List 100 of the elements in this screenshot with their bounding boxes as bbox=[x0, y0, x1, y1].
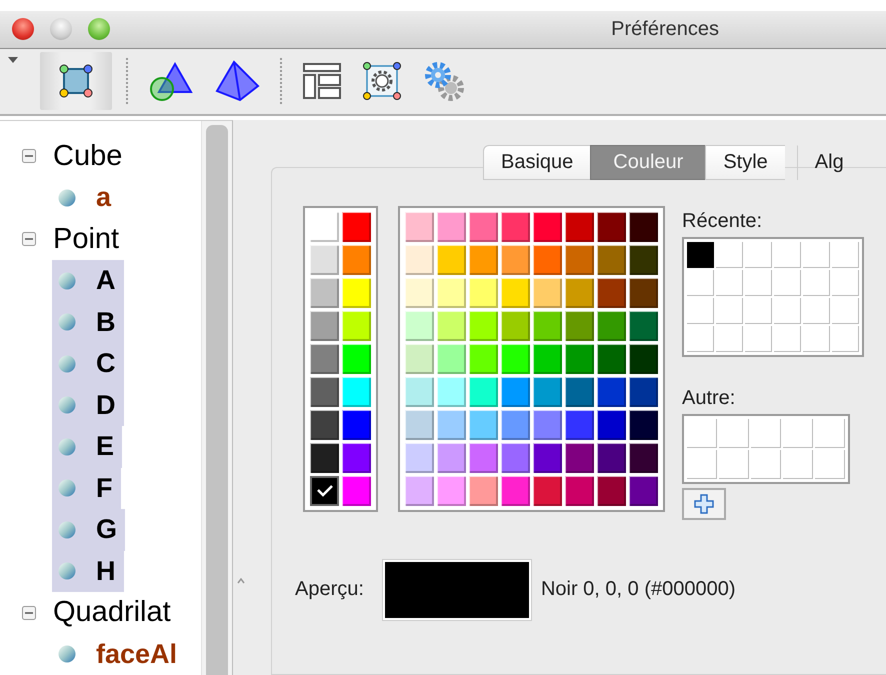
color-swatch[interactable] bbox=[629, 476, 658, 506]
empty-color-slot[interactable] bbox=[783, 450, 813, 478]
empty-color-slot[interactable] bbox=[719, 450, 749, 478]
color-swatch[interactable] bbox=[597, 376, 626, 406]
color-swatch[interactable] bbox=[629, 278, 658, 308]
color-swatch[interactable] bbox=[342, 476, 371, 506]
color-swatch[interactable] bbox=[342, 310, 371, 340]
empty-color-slot[interactable] bbox=[687, 418, 717, 448]
close-button[interactable] bbox=[12, 18, 34, 40]
empty-color-slot[interactable] bbox=[832, 270, 859, 296]
color-swatch[interactable] bbox=[310, 344, 339, 374]
color-swatch[interactable] bbox=[469, 278, 498, 308]
color-swatch[interactable] bbox=[501, 410, 530, 440]
tree-item[interactable]: F bbox=[52, 468, 120, 509]
collapse-icon[interactable] bbox=[22, 606, 36, 620]
color-swatch[interactable] bbox=[597, 442, 626, 472]
color-swatch[interactable] bbox=[310, 410, 339, 440]
empty-color-slot[interactable] bbox=[815, 418, 845, 448]
color-swatch[interactable] bbox=[405, 244, 434, 274]
empty-color-slot[interactable] bbox=[832, 298, 859, 324]
color-swatch[interactable] bbox=[342, 344, 371, 374]
tree-item[interactable]: A bbox=[52, 260, 124, 302]
empty-color-slot[interactable] bbox=[832, 326, 859, 352]
empty-color-slot[interactable] bbox=[774, 326, 801, 352]
color-swatch[interactable] bbox=[533, 476, 562, 506]
color-swatch[interactable] bbox=[437, 442, 466, 472]
empty-color-slot[interactable] bbox=[716, 298, 743, 324]
color-swatch[interactable] bbox=[629, 244, 658, 274]
tree-item[interactable]: D bbox=[52, 384, 124, 426]
color-swatch[interactable] bbox=[405, 212, 434, 242]
color-swatch[interactable] bbox=[533, 410, 562, 440]
color-swatch[interactable] bbox=[629, 410, 658, 440]
empty-color-slot[interactable] bbox=[783, 418, 813, 448]
color-swatch[interactable] bbox=[597, 244, 626, 274]
color-swatch[interactable] bbox=[405, 376, 434, 406]
empty-color-slot[interactable] bbox=[745, 270, 772, 296]
color-swatch[interactable] bbox=[469, 344, 498, 374]
tab[interactable]: Basique bbox=[483, 144, 590, 180]
empty-color-slot[interactable] bbox=[687, 298, 714, 324]
color-swatch[interactable] bbox=[310, 376, 339, 406]
color-swatch[interactable] bbox=[437, 278, 466, 308]
color-swatch[interactable] bbox=[501, 376, 530, 406]
empty-color-slot[interactable] bbox=[774, 298, 801, 324]
color-swatch[interactable] bbox=[310, 278, 339, 308]
zoom-button[interactable] bbox=[88, 18, 110, 40]
color-swatch[interactable] bbox=[342, 410, 371, 440]
empty-color-slot[interactable] bbox=[774, 270, 801, 296]
color-swatch[interactable] bbox=[469, 376, 498, 406]
empty-color-slot[interactable] bbox=[803, 270, 830, 296]
empty-color-slot[interactable] bbox=[687, 450, 717, 478]
color-swatch[interactable] bbox=[469, 442, 498, 472]
color-swatch[interactable] bbox=[342, 244, 371, 274]
tree-item[interactable]: a bbox=[52, 177, 120, 218]
empty-color-slot[interactable] bbox=[716, 270, 743, 296]
empty-color-slot[interactable] bbox=[745, 326, 772, 352]
empty-color-slot[interactable] bbox=[716, 326, 743, 352]
color-swatch[interactable] bbox=[597, 476, 626, 506]
color-swatch[interactable] bbox=[405, 442, 434, 472]
color-swatch[interactable] bbox=[687, 242, 714, 268]
color-swatch[interactable] bbox=[310, 476, 339, 506]
color-swatch[interactable] bbox=[342, 376, 371, 406]
color-swatch[interactable] bbox=[597, 410, 626, 440]
tree-item[interactable]: faceAl bbox=[52, 634, 186, 675]
color-swatch[interactable] bbox=[405, 310, 434, 340]
color-swatch[interactable] bbox=[469, 410, 498, 440]
color-swatch[interactable] bbox=[565, 244, 594, 274]
color-swatch[interactable] bbox=[469, 244, 498, 274]
color-swatch[interactable] bbox=[310, 310, 339, 340]
color-swatch[interactable] bbox=[405, 278, 434, 308]
color-swatch[interactable] bbox=[565, 376, 594, 406]
color-swatch[interactable] bbox=[437, 344, 466, 374]
empty-color-slot[interactable] bbox=[687, 326, 714, 352]
color-swatch[interactable] bbox=[437, 476, 466, 506]
color-swatch[interactable] bbox=[501, 442, 530, 472]
color-swatch[interactable] bbox=[501, 476, 530, 506]
color-swatch[interactable] bbox=[533, 310, 562, 340]
tab[interactable]: Style bbox=[705, 144, 785, 180]
empty-color-slot[interactable] bbox=[751, 450, 781, 478]
color-swatch[interactable] bbox=[437, 376, 466, 406]
color-swatch[interactable] bbox=[565, 410, 594, 440]
color-swatch[interactable] bbox=[437, 410, 466, 440]
minimize-button[interactable] bbox=[50, 18, 72, 40]
color-swatch[interactable] bbox=[310, 244, 339, 274]
color-swatch[interactable] bbox=[342, 278, 371, 308]
color-swatch[interactable] bbox=[342, 212, 371, 242]
tree-group-label[interactable]: Quadrilat bbox=[53, 596, 171, 630]
tree-item[interactable]: B bbox=[52, 302, 124, 343]
color-swatch[interactable] bbox=[565, 476, 594, 506]
color-swatch[interactable] bbox=[565, 278, 594, 308]
color-swatch[interactable] bbox=[533, 376, 562, 406]
tree-group-label[interactable]: Point bbox=[53, 222, 120, 256]
collapse-icon[interactable] bbox=[22, 149, 36, 164]
square-tool-button[interactable] bbox=[40, 52, 112, 110]
empty-color-slot[interactable] bbox=[687, 270, 714, 296]
empty-color-slot[interactable] bbox=[774, 242, 801, 268]
color-swatch[interactable] bbox=[533, 278, 562, 308]
tree-item[interactable]: E bbox=[52, 426, 122, 468]
color-swatch[interactable] bbox=[597, 278, 626, 308]
empty-color-slot[interactable] bbox=[745, 242, 772, 268]
color-swatch[interactable] bbox=[629, 212, 658, 242]
